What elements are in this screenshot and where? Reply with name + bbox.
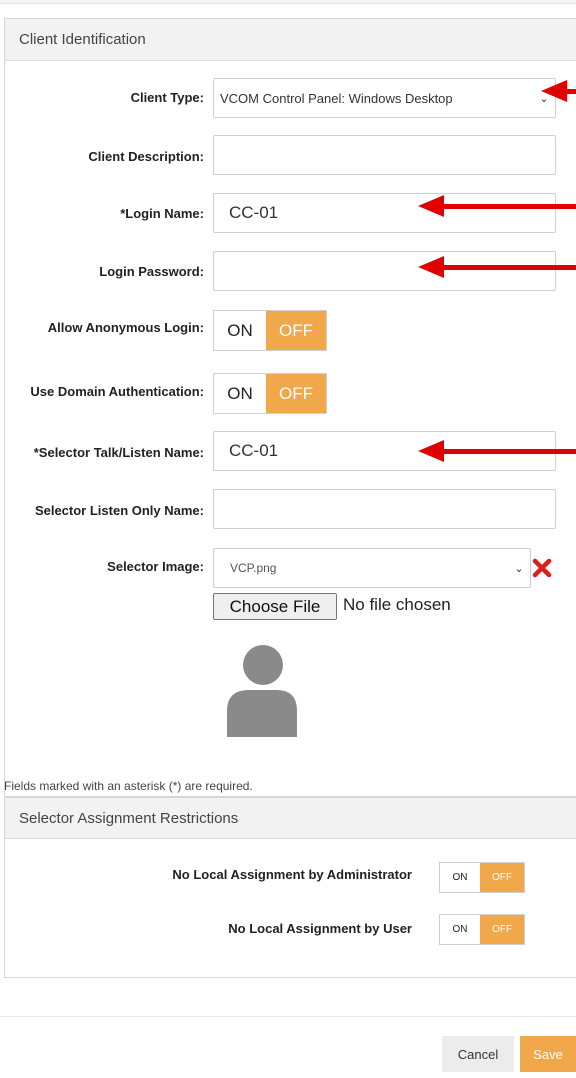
toggle-on[interactable]: ON — [440, 863, 480, 892]
required-note: Fields marked with an asterisk (*) are r… — [4, 779, 253, 793]
toggle-on[interactable]: ON — [214, 374, 266, 413]
selector-image-select[interactable]: VCP.png ⌄ — [213, 548, 531, 588]
client-type-value: VCOM Control Panel: Windows Desktop — [220, 90, 453, 106]
client-type-label: Client Type: — [130, 90, 204, 105]
talk-listen-label: *Selector Talk/Listen Name: — [33, 445, 204, 460]
listen-only-input[interactable] — [213, 489, 556, 529]
use-domain-auth-label: Use Domain Authentication: — [30, 384, 204, 399]
selector-image-value: VCP.png — [230, 561, 277, 575]
chevron-down-icon: ⌄ — [514, 562, 524, 575]
user-restriction-toggle[interactable]: ON OFF — [439, 914, 525, 945]
remove-x-icon[interactable] — [531, 557, 553, 579]
toggle-on[interactable]: ON — [214, 311, 266, 350]
avatar-placeholder-icon — [225, 645, 297, 737]
toggle-on[interactable]: ON — [440, 915, 480, 944]
choose-file-label: Choose File — [229, 596, 321, 616]
restrictions-title: Selector Assignment Restrictions — [19, 809, 239, 827]
listen-only-label: Selector Listen Only Name: — [34, 503, 204, 518]
footer-divider — [0, 1016, 576, 1017]
client-description-input[interactable] — [213, 135, 556, 175]
login-name-input[interactable]: CC-01 — [213, 193, 556, 233]
red-arrow-annotation — [418, 440, 576, 462]
save-button[interactable]: Save — [520, 1036, 576, 1072]
toggle-off[interactable]: OFF — [266, 374, 326, 413]
cancel-label: Cancel — [457, 1046, 499, 1062]
top-edge — [0, 0, 576, 4]
save-label: Save — [533, 1046, 563, 1062]
user-restriction-label: No Local Assignment by User — [228, 921, 412, 936]
choose-file-button[interactable]: Choose File — [213, 593, 337, 620]
red-arrow-annotation — [418, 195, 576, 217]
admin-restriction-label: No Local Assignment by Administrator — [172, 867, 412, 882]
allow-anonymous-label: Allow Anonymous Login: — [47, 320, 204, 335]
panel-title: Client Identification — [5, 19, 576, 61]
red-arrow-annotation — [418, 256, 576, 278]
toggle-off[interactable]: OFF — [266, 311, 326, 350]
no-file-text: No file chosen — [343, 595, 451, 614]
panel-title: Selector Assignment Restrictions — [5, 798, 576, 839]
red-arrow-annotation — [541, 80, 576, 102]
toggle-off[interactable]: OFF — [480, 863, 524, 892]
login-password-label: Login Password: — [99, 264, 204, 279]
allow-anonymous-toggle[interactable]: ON OFF — [213, 310, 327, 351]
selector-image-label: Selector Image: — [107, 559, 204, 574]
toggle-off[interactable]: OFF — [480, 915, 524, 944]
client-description-label: Client Description: — [88, 149, 204, 164]
cancel-button[interactable]: Cancel — [442, 1036, 514, 1072]
login-name-label: *Login Name: — [120, 206, 204, 221]
login-password-input[interactable] — [213, 251, 556, 291]
client-identification-title: Client Identification — [19, 31, 146, 48]
admin-restriction-toggle[interactable]: ON OFF — [439, 862, 525, 893]
use-domain-auth-toggle[interactable]: ON OFF — [213, 373, 327, 414]
client-type-select[interactable]: VCOM Control Panel: Windows Desktop ⌄ — [213, 78, 556, 118]
